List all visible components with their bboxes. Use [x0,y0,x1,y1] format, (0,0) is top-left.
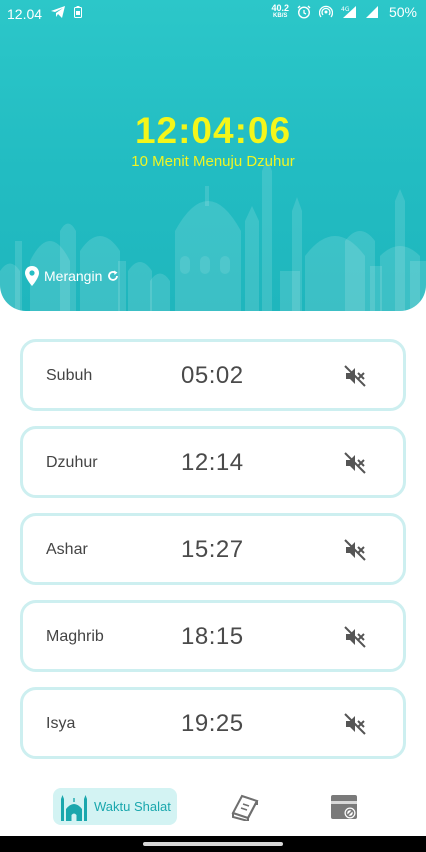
signal-icon [365,6,378,18]
prayer-time: 15:27 [181,536,244,563]
prayer-times-list: Subuh 05:02 Dzuhur 12:14 Ashar 15:27 Mag… [20,339,406,774]
mosque-icon [61,794,87,821]
nav-tab-waktu-shalat[interactable]: Waktu Shalat [53,788,177,825]
bottom-navigation: Waktu Shalat [0,776,426,836]
svg-text:4G: 4G [341,6,350,13]
battery-percent: 50% [388,4,417,20]
volume-off-icon[interactable] [343,451,367,475]
alarm-icon [297,5,311,19]
quran-book-icon[interactable] [230,793,260,821]
prayer-card-dzuhur[interactable]: Dzuhur 12:14 [20,426,406,498]
prayer-card-isya[interactable]: Isya 19:25 [20,687,406,759]
mosque-skyline-illustration [0,161,426,311]
prayer-name: Subuh [46,367,93,384]
prayer-time: 18:15 [181,623,244,650]
prayer-card-maghrib[interactable]: Maghrib 18:15 [20,600,406,672]
kaaba-icon[interactable] [330,794,358,820]
nav-tab-label: Waktu Shalat [94,799,171,814]
header-banner: 12.04 40.2 KB/S 4G 50% 12:04:06 10 Menit… [0,0,426,311]
location-name: Merangin [44,268,103,284]
volume-off-icon[interactable] [343,538,367,562]
prayer-name: Maghrib [46,628,104,645]
countdown-text: 10 Menit Menuju Dzuhur [131,153,295,170]
prayer-time: 19:25 [181,710,244,737]
prayer-name: Ashar [46,541,88,558]
signal-4g-icon: 4G [341,6,356,18]
location-selector[interactable]: Merangin [25,266,119,286]
home-gesture-handle[interactable] [143,842,283,846]
volume-off-icon[interactable] [343,625,367,649]
battery-saver-icon [74,6,82,18]
prayer-card-subuh[interactable]: Subuh 05:02 [20,339,406,411]
status-bar: 12.04 40.2 KB/S 4G 50% [0,0,426,28]
prayer-time: 12:14 [181,449,244,476]
location-pin-icon [25,266,39,286]
prayer-name: Dzuhur [46,454,98,471]
hotspot-icon [318,5,333,18]
prayer-time: 05:02 [181,362,244,389]
prayer-name: Isya [46,715,76,732]
network-speed: 40.2 KB/S [271,3,289,20]
status-time: 12.04 [7,6,43,22]
current-time: 12:04:06 [134,110,292,151]
refresh-icon[interactable] [107,270,119,282]
volume-off-icon[interactable] [343,712,367,736]
telegram-icon [51,6,65,18]
prayer-card-ashar[interactable]: Ashar 15:27 [20,513,406,585]
volume-off-icon[interactable] [343,364,367,388]
